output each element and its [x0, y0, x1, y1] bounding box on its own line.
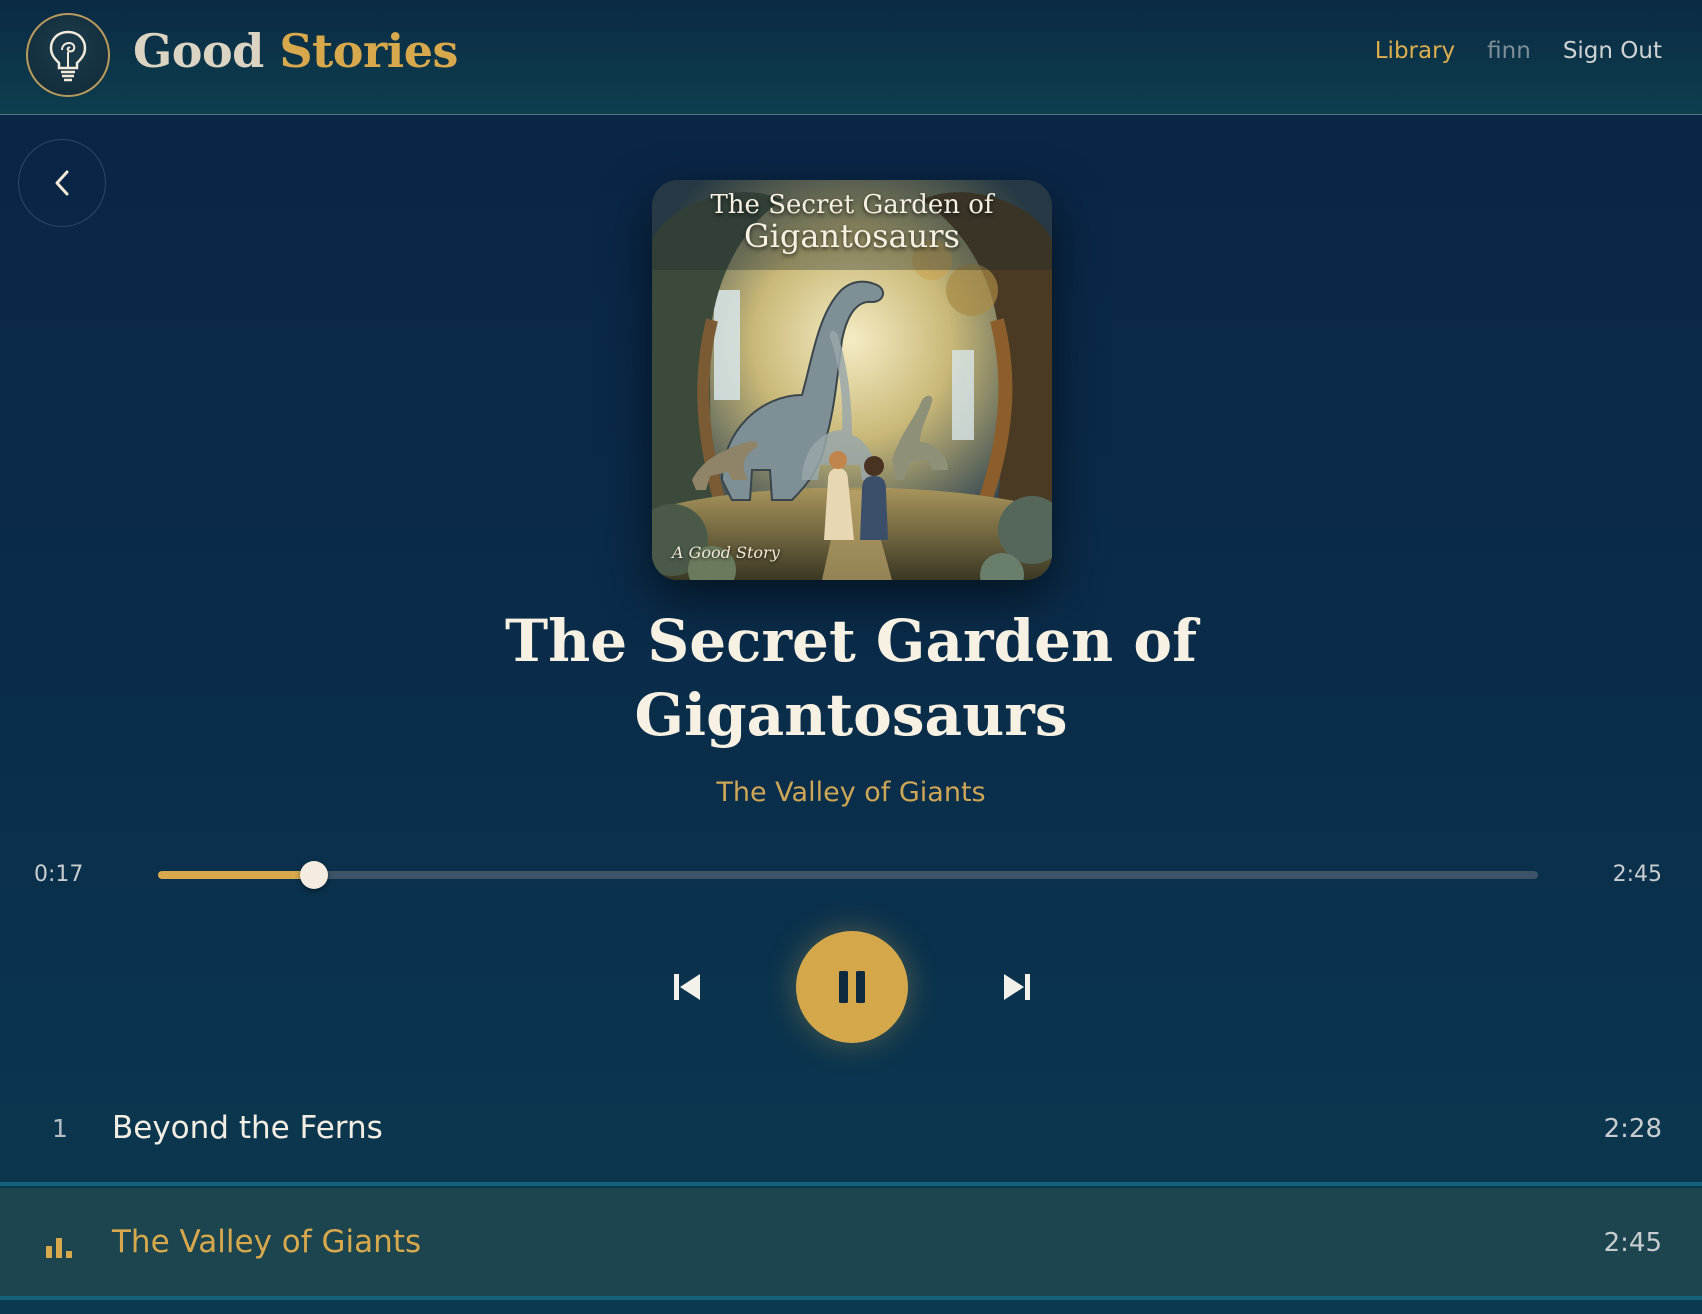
- next-chapter-button[interactable]: [996, 966, 1038, 1008]
- top-nav: Library finn Sign Out: [1375, 38, 1662, 64]
- duration: 2:45: [1612, 862, 1662, 887]
- cover-title: The Secret Garden of Gigantosaurs: [652, 192, 1052, 252]
- cover-title-line-2: Gigantosaurs: [744, 217, 960, 255]
- progress-bar[interactable]: [158, 861, 1538, 889]
- back-button[interactable]: [18, 139, 106, 227]
- nav-library-link[interactable]: Library: [1375, 38, 1455, 64]
- chapter-row[interactable]: 1 Beyond the Ferns 2:28: [0, 1074, 1702, 1186]
- cover-art: The Secret Garden of Gigantosaurs A Good…: [652, 180, 1052, 580]
- lightbulb-icon: [49, 30, 87, 82]
- pause-button[interactable]: [796, 931, 908, 1043]
- chapter-title: The Valley of Giants: [112, 1224, 422, 1260]
- current-time: 0:17: [34, 862, 84, 887]
- skip-next-icon: [1004, 974, 1030, 1000]
- chapter-title: Beyond the Ferns: [112, 1110, 383, 1146]
- pause-icon: [839, 971, 865, 1003]
- chapter-duration: 2:28: [1603, 1114, 1662, 1144]
- chapter-row-active[interactable]: The Valley of Giants 2:45: [0, 1188, 1702, 1300]
- nav-username[interactable]: finn: [1487, 38, 1531, 64]
- brand-word-2: Stories: [279, 24, 458, 78]
- chapter-number: 1: [52, 1114, 68, 1143]
- current-chapter-title: The Valley of Giants: [716, 777, 986, 808]
- logo[interactable]: [26, 13, 110, 97]
- nav-sign-out-link[interactable]: Sign Out: [1563, 38, 1662, 64]
- cover-title-line-1: The Secret Garden of: [710, 190, 994, 220]
- chapter-duration: 2:45: [1603, 1228, 1662, 1258]
- story-title: The Secret Garden of Gigantosaurs: [504, 607, 1198, 749]
- brand-name[interactable]: Good Stories: [133, 24, 458, 78]
- progress-thumb[interactable]: [299, 861, 328, 889]
- brand-word-1: Good: [133, 24, 264, 78]
- equalizer-icon: [46, 1238, 72, 1258]
- progress-fill: [158, 871, 314, 879]
- cover-signature: A Good Story: [672, 543, 780, 562]
- app-header: Good Stories Library finn Sign Out: [0, 0, 1702, 115]
- previous-chapter-button[interactable]: [666, 966, 708, 1008]
- chevron-left-icon: [55, 170, 69, 196]
- skip-previous-icon: [674, 974, 700, 1000]
